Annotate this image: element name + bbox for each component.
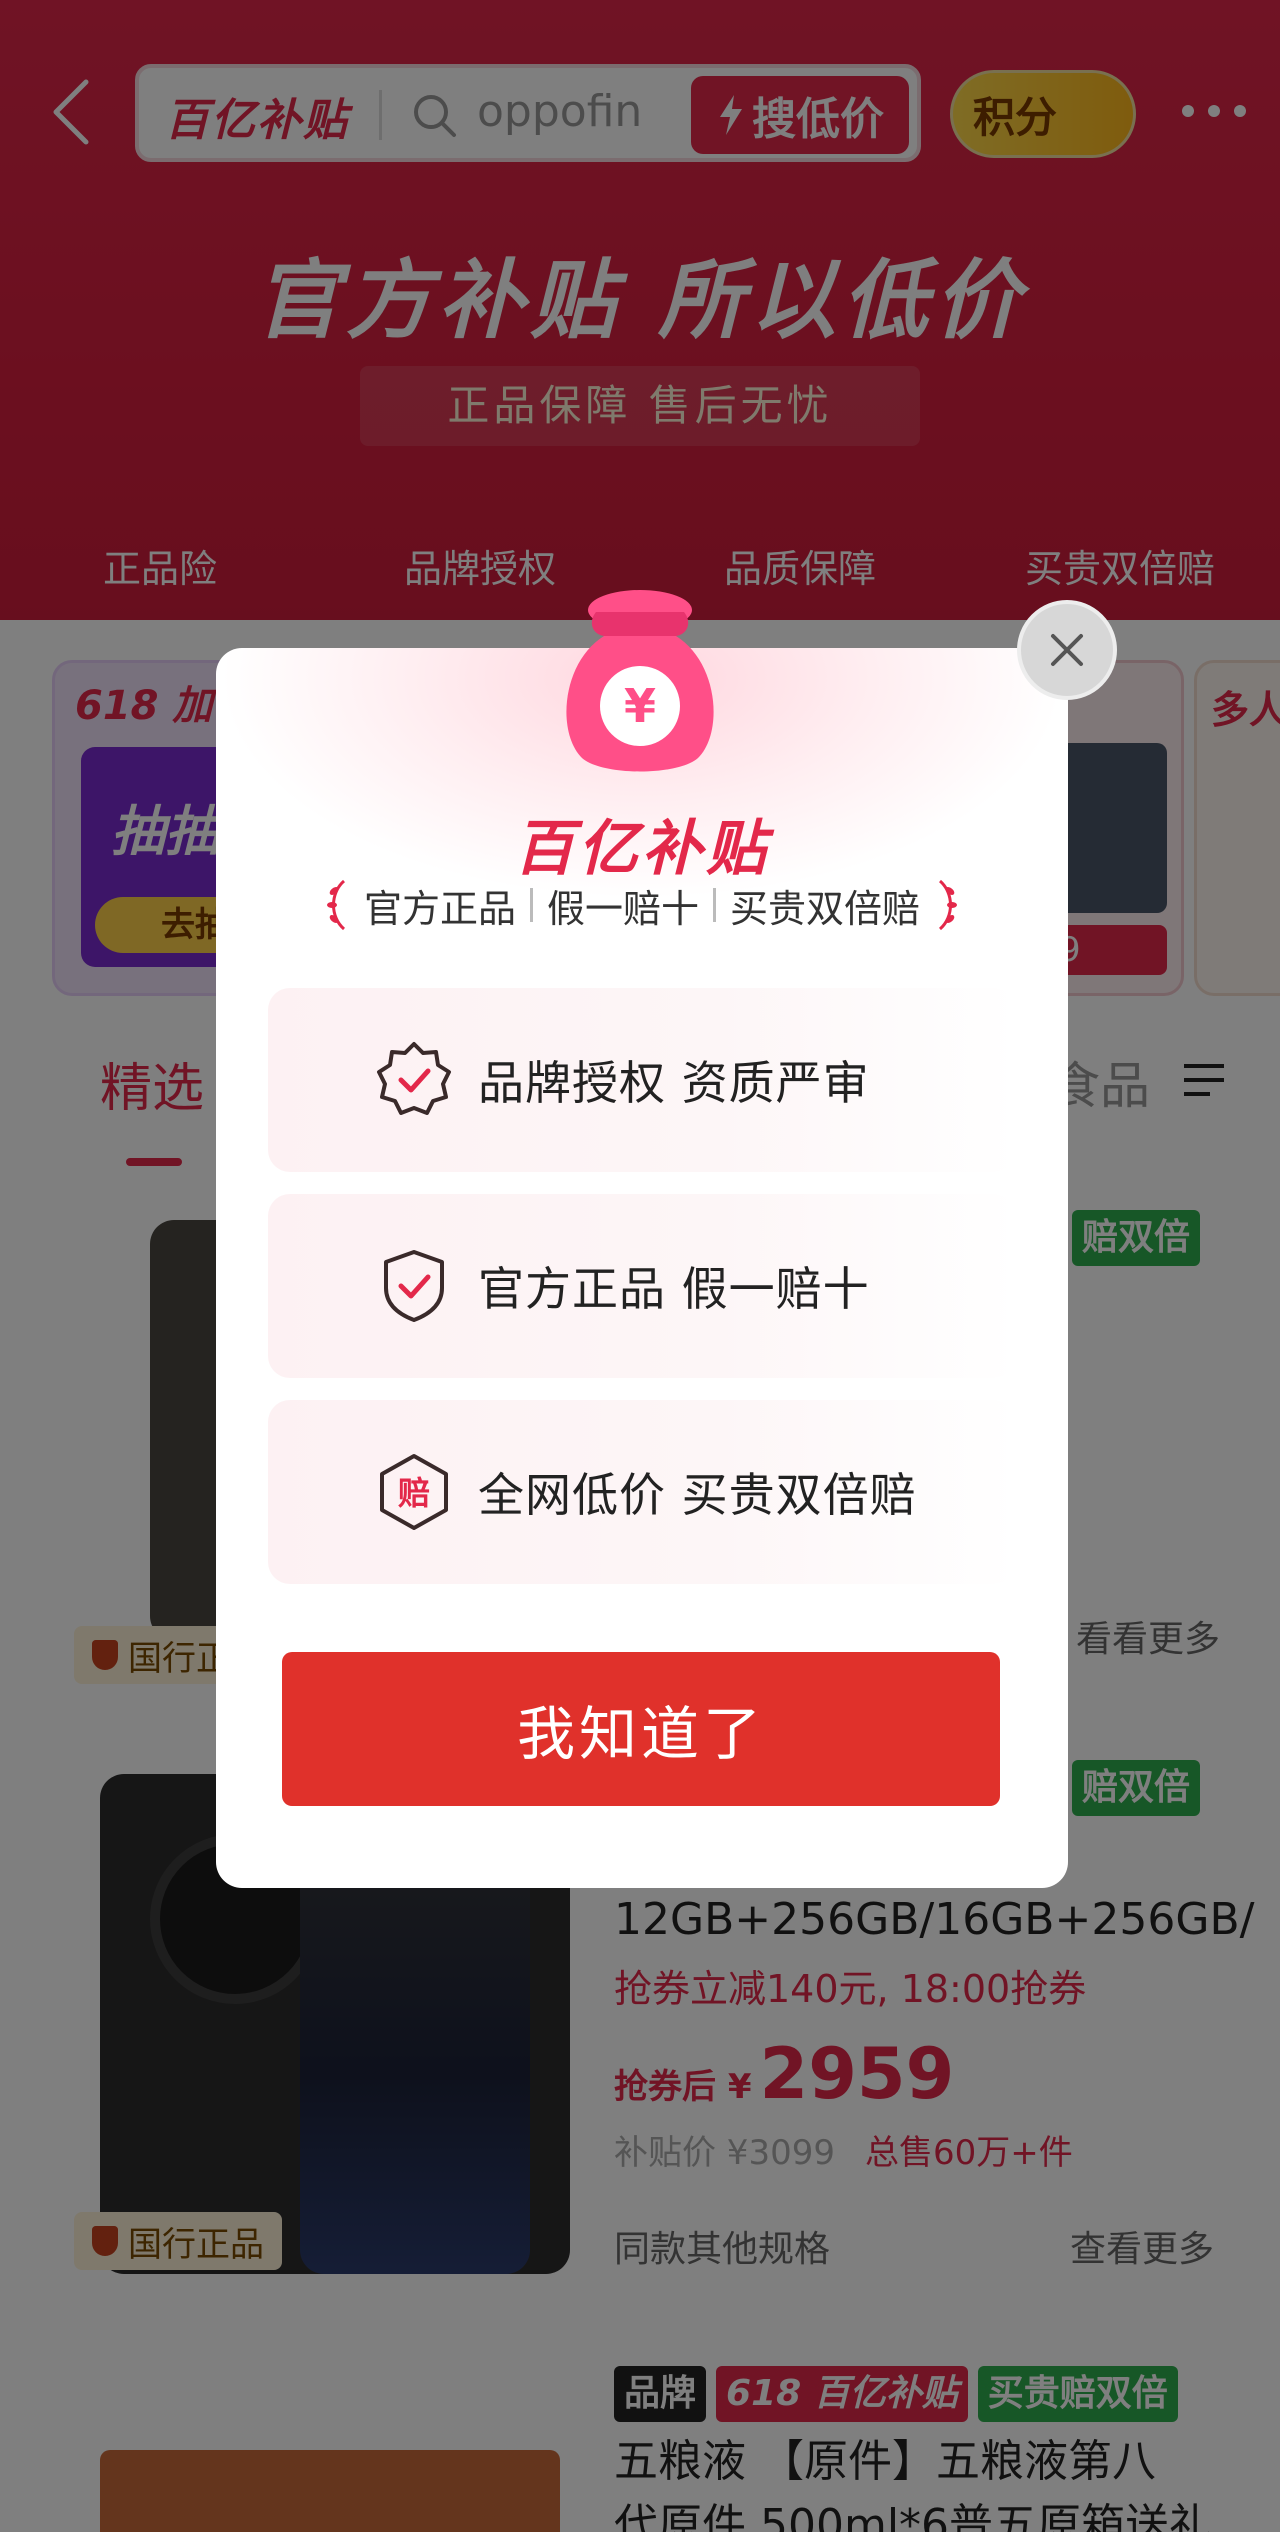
slogan-item: 假一赔十 <box>546 886 699 931</box>
laurel-left-icon <box>326 879 346 931</box>
modal-feature-lowprice: 赔 全网低价 买贵双倍赔 <box>268 1400 1016 1584</box>
laurel-right-icon <box>938 879 958 931</box>
close-icon <box>1051 634 1083 666</box>
close-button[interactable] <box>1017 600 1117 700</box>
compensation-icon: 赔 <box>380 1454 448 1530</box>
badge-check-icon <box>377 1042 451 1115</box>
confirm-button[interactable]: 我知道了 <box>282 1652 1000 1806</box>
money-bag-icon: ¥ <box>566 590 714 772</box>
slogan-divider <box>713 888 716 922</box>
feature-text: 官方正品 假一赔十 <box>478 1262 870 1316</box>
slogan-item: 买贵双倍赔 <box>730 886 921 931</box>
modal-feature-brand: 品牌授权 资质严审 <box>268 988 1016 1172</box>
modal-feature-authentic: 官方正品 假一赔十 <box>268 1194 1016 1378</box>
feature-text: 全网低价 买贵双倍赔 <box>478 1468 917 1522</box>
bag-symbol: ¥ <box>624 679 656 733</box>
slogan-item: 官方正品 <box>363 886 516 931</box>
subsidy-modal: 百亿补贴 官方正品 假一赔十 买贵双倍赔 品牌授权 资质严审 官方正品 假一赔十… <box>216 648 1068 1888</box>
modal-slogan: 官方正品 假一赔十 买贵双倍赔 <box>216 870 1068 940</box>
shield-check-icon <box>384 1250 444 1322</box>
slogan-divider <box>529 888 533 922</box>
compensation-char: 赔 <box>398 1474 430 1512</box>
feature-text: 品牌授权 资质严审 <box>478 1056 870 1110</box>
